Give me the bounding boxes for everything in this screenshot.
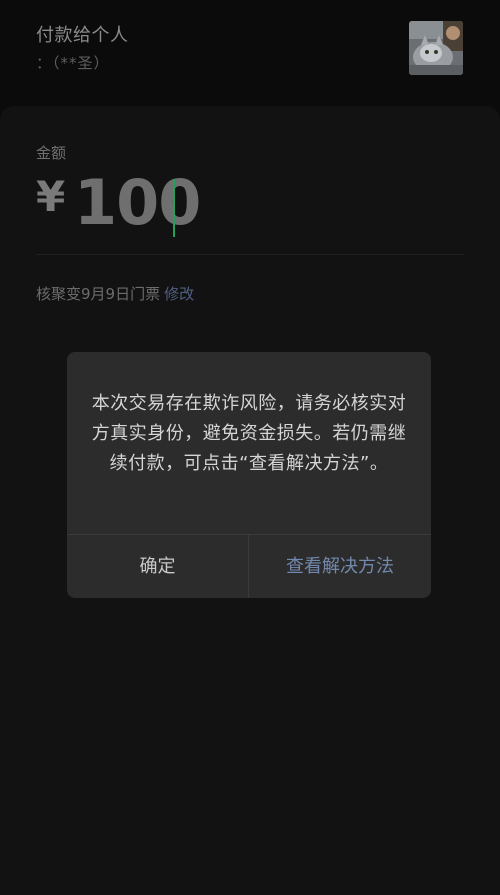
currency-symbol: ¥ [36, 172, 66, 221]
confirm-button[interactable]: 确定 [67, 535, 249, 598]
page-title: 付款给个人 [36, 25, 129, 46]
amount-label: 金额 [36, 144, 67, 162]
dialog-message: 本次交易存在欺诈风险，请务必核实对方真实身份，避免资金损失。若仍需继续付款，可点… [91, 393, 407, 474]
fraud-warning-dialog: 本次交易存在欺诈风险，请务必核实对方真实身份，避免资金损失。若仍需继续付款，可点… [67, 352, 431, 598]
note-text: 核聚变9月9日门票 [36, 285, 161, 303]
edit-note-link[interactable]: 修改 [164, 285, 194, 303]
dialog-button-bar: 确定 查看解决方法 [67, 534, 431, 598]
payee-avatar [409, 21, 463, 75]
payment-note: 核聚变9月9日门票 修改 [36, 283, 194, 304]
text-cursor [173, 179, 175, 237]
payment-screen: 付款给个人 ：（**圣） 金额 ¥ 100 核聚变9月9日门票 修改 本次交易存在… [0, 0, 500, 895]
amount-divider [36, 254, 464, 255]
amount-input[interactable]: 100 [74, 172, 201, 234]
cat-photo-avatar-icon [409, 21, 463, 75]
payee-name: ：（**圣） [36, 54, 110, 72]
view-solution-button[interactable]: 查看解决方法 [249, 535, 431, 598]
